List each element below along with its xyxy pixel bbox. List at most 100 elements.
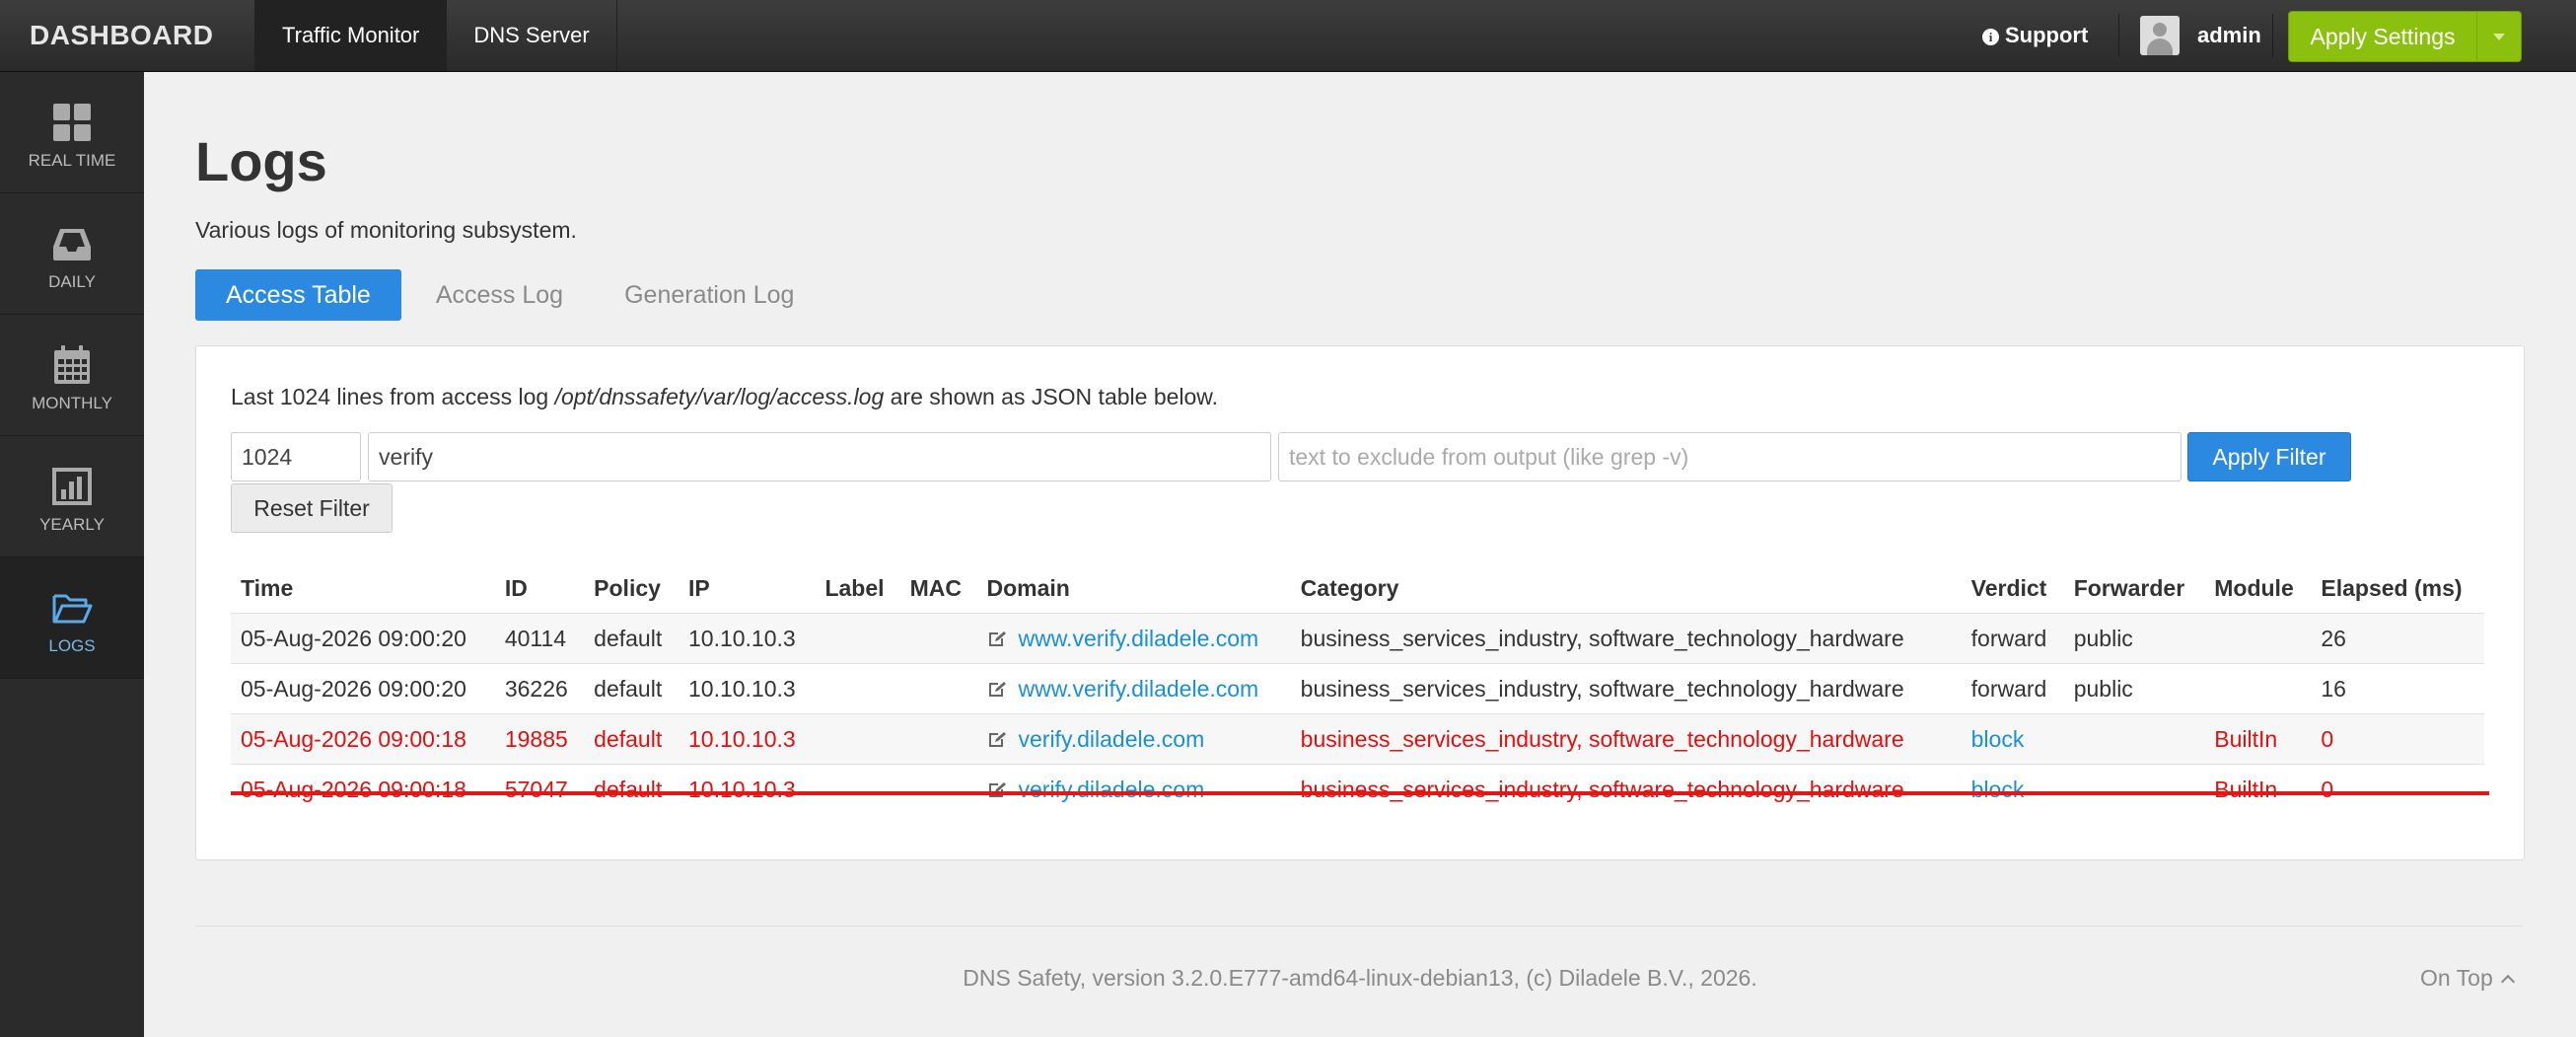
cell-label <box>815 764 900 814</box>
top-nav: Traffic Monitor DNS Server <box>254 0 617 71</box>
cell-ip: 10.10.10.3 <box>678 764 816 814</box>
cell-module <box>2204 663 2312 714</box>
nav-traffic-monitor[interactable]: Traffic Monitor <box>254 0 447 71</box>
cell-domain: verify.diladele.com <box>976 713 1291 765</box>
cell-ip: 10.10.10.3 <box>678 663 816 714</box>
on-top-label: On Top <box>2420 965 2493 991</box>
main-content: Logs Various logs of monitoring subsyste… <box>144 72 2576 1037</box>
cell-forwarder <box>2063 713 2205 765</box>
cell-category: business_services_industry, software_tec… <box>1290 713 1962 765</box>
brand-logo[interactable]: DASHBOARD <box>30 0 214 71</box>
blocked-underline <box>231 791 2489 795</box>
col-label[interactable]: Label <box>815 563 899 614</box>
sidebar-item-label: LOGS <box>48 636 96 655</box>
tab-access-log[interactable]: Access Log <box>405 269 594 321</box>
cell-time: 05-Aug-2026 09:00:20 <box>231 613 495 664</box>
sidebar-item-real-time[interactable]: REAL TIME <box>0 72 144 193</box>
table-row-blocked: 05-Aug-2026 09:00:18 19885 default 10.10… <box>231 713 2484 765</box>
sidebar-item-daily[interactable]: DAILY <box>0 193 144 315</box>
cell-verdict: forward <box>1961 663 2064 714</box>
cell-policy: default <box>584 713 679 765</box>
nav-dns-server[interactable]: DNS Server <box>446 0 617 71</box>
on-top-link[interactable]: On Top <box>2420 965 2515 992</box>
grid-icon <box>53 104 91 141</box>
apply-filter-button[interactable]: Apply Filter <box>2187 432 2351 481</box>
col-module[interactable]: Module <box>2204 563 2311 614</box>
page-title: Logs <box>195 130 327 192</box>
col-verdict[interactable]: Verdict <box>1962 563 2064 614</box>
folder-open-icon <box>52 594 93 624</box>
edit-icon[interactable] <box>987 630 1009 648</box>
apply-settings-button[interactable]: Apply Settings <box>2288 11 2477 62</box>
cell-policy: default <box>584 764 679 814</box>
col-policy[interactable]: Policy <box>584 563 679 614</box>
table-header-row: Time ID Policy IP Label MAC Domain Categ… <box>231 563 2484 614</box>
domain-link[interactable]: www.verify.diladele.com <box>1019 626 1259 651</box>
sidebar-item-monthly[interactable]: MONTHLY <box>0 315 144 436</box>
table-row: 05-Aug-2026 09:00:20 36226 default 10.10… <box>231 663 2484 714</box>
cell-label <box>815 663 900 714</box>
sidebar-item-yearly[interactable]: YEARLY <box>0 436 144 557</box>
apply-settings-dropdown-button[interactable] <box>2476 11 2522 62</box>
cell-policy: default <box>584 663 679 714</box>
cell-module: BuiltIn <box>2204 713 2312 765</box>
sidebar: REAL TIME DAILY MONTHLY YEARLY LOGS <box>0 72 144 1037</box>
domain-link[interactable]: verify.diladele.com <box>1019 726 1205 752</box>
chevron-up-icon <box>2500 974 2515 990</box>
tab-access-table[interactable]: Access Table <box>195 269 401 321</box>
page-subtitle: Various logs of monitoring subsystem. <box>195 217 577 243</box>
calendar-icon <box>54 345 90 384</box>
cell-mac <box>899 713 977 765</box>
col-mac[interactable]: MAC <box>900 563 977 614</box>
cell-label <box>815 613 900 664</box>
cell-mac <box>899 663 977 714</box>
exclude-filter-input[interactable] <box>1278 432 2182 481</box>
edit-icon[interactable] <box>987 681 1009 699</box>
top-navbar: DASHBOARD Traffic Monitor DNS Server i Su… <box>0 0 2576 72</box>
lines-count-input[interactable] <box>231 432 361 481</box>
table-row: 05-Aug-2026 09:00:20 40114 default 10.10… <box>231 613 2484 664</box>
desc-suffix: are shown as JSON table below. <box>884 384 1219 409</box>
include-filter-input[interactable] <box>368 432 1271 481</box>
cell-verdict: block <box>1961 764 2064 814</box>
bar-chart-icon <box>52 468 92 505</box>
cell-module: BuiltIn <box>2204 764 2312 814</box>
inbox-icon <box>53 229 91 260</box>
col-ip[interactable]: IP <box>679 563 815 614</box>
cell-elapsed: 0 <box>2311 713 2484 765</box>
col-time[interactable]: Time <box>231 563 495 614</box>
cell-verdict: forward <box>1961 613 2064 664</box>
cell-category: business_services_industry, software_tec… <box>1290 613 1962 664</box>
log-path: /opt/dnssafety/var/log/access.log <box>554 384 885 409</box>
cell-id: 57047 <box>494 764 585 814</box>
col-forwarder[interactable]: Forwarder <box>2064 563 2205 614</box>
sidebar-item-logs[interactable]: LOGS <box>0 557 144 679</box>
tab-generation-log[interactable]: Generation Log <box>594 269 824 321</box>
col-id[interactable]: ID <box>495 563 584 614</box>
cell-verdict: block <box>1961 713 2064 765</box>
cell-forwarder: public <box>2063 663 2205 714</box>
cell-domain: verify.diladele.com <box>976 764 1291 814</box>
divider <box>2272 14 2273 57</box>
user-name: admin <box>2197 23 2261 47</box>
cell-category: business_services_industry, software_tec… <box>1290 663 1962 714</box>
sidebar-item-label: YEARLY <box>39 515 105 534</box>
support-link[interactable]: i Support <box>1982 0 2088 71</box>
divider <box>2118 14 2119 57</box>
col-elapsed[interactable]: Elapsed (ms) <box>2311 563 2484 614</box>
sidebar-item-label: MONTHLY <box>32 394 112 412</box>
edit-icon[interactable] <box>987 781 1009 799</box>
user-menu[interactable]: admin <box>2140 0 2261 71</box>
col-category[interactable]: Category <box>1291 563 1962 614</box>
cell-module <box>2204 613 2312 664</box>
access-table-panel: Last 1024 lines from access log /opt/dns… <box>195 345 2525 860</box>
cell-time: 05-Aug-2026 09:00:18 <box>231 713 495 765</box>
domain-link[interactable]: verify.diladele.com <box>1019 777 1205 802</box>
edit-icon[interactable] <box>987 731 1009 749</box>
cell-forwarder: public <box>2063 613 2205 664</box>
cell-id: 36226 <box>494 663 585 714</box>
reset-filter-button[interactable]: Reset Filter <box>231 483 393 533</box>
col-domain[interactable]: Domain <box>977 563 1291 614</box>
cell-time: 05-Aug-2026 09:00:20 <box>231 663 495 714</box>
domain-link[interactable]: www.verify.diladele.com <box>1019 676 1259 702</box>
